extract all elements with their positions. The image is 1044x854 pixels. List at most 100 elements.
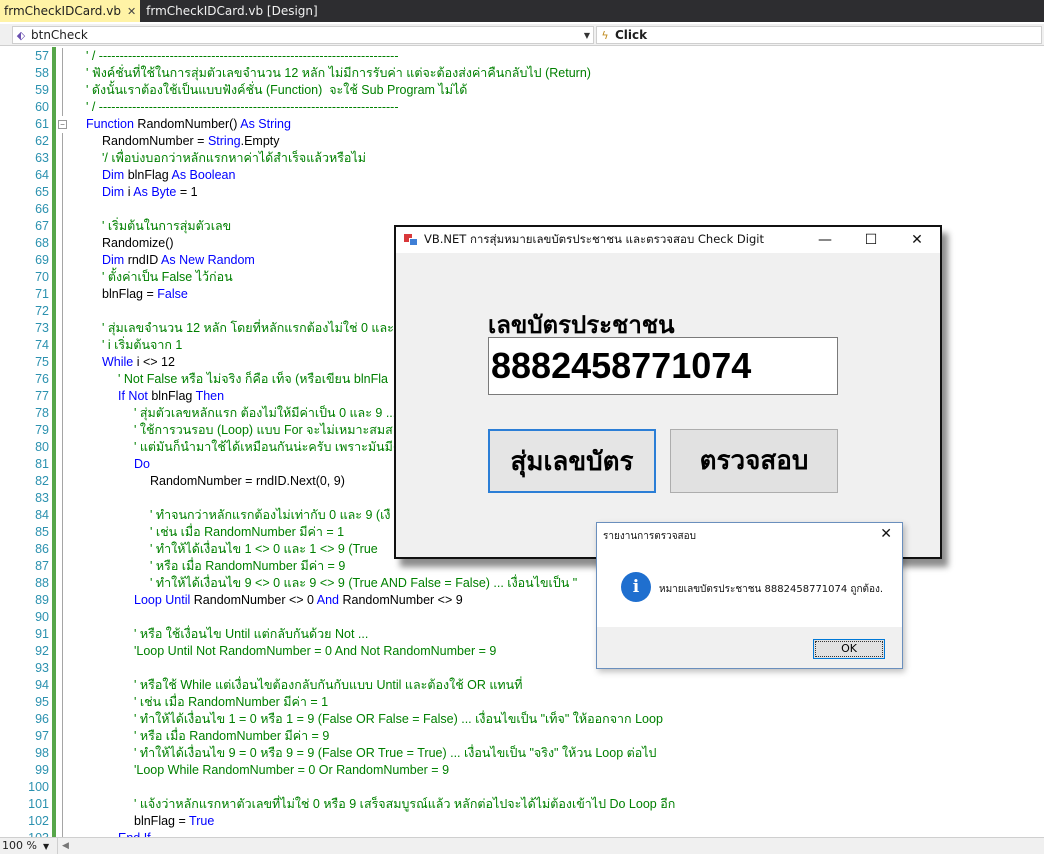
code-line[interactable]: 103 End If — [0, 830, 1044, 837]
outline-guide — [57, 99, 68, 116]
comment-token: ' หรือ เมื่อ RandomNumber มีค่า = 9 — [150, 559, 346, 573]
outline-guide — [57, 796, 68, 813]
code-line[interactable]: 102 blnFlag = True — [0, 813, 1044, 830]
zoom-dropdown[interactable]: 100 % ▼ — [0, 838, 58, 854]
comment-token: ' ดังนั้นเราต้องใช้เป็นแบบฟังค์ชั่น (Fun… — [86, 83, 468, 97]
code-line[interactable]: 94 ' หรือใช้ While แต่เงื่อนไขต้องกลับกัน… — [0, 677, 1044, 694]
code-text: ' ตั้งค่าเป็น False ไว้ก่อน — [102, 269, 233, 286]
ok-button[interactable]: OK — [813, 639, 885, 659]
code-line[interactable]: 101 ' แจ้งว่าหลักแรกหาตัวเลขที่ไม่ใช่ 0 ห… — [0, 796, 1044, 813]
comment-token: ' แต่มันก็นำมาใช้ได้เหมือนกันน่ะครับ เพร… — [134, 440, 402, 454]
outline-guide — [57, 677, 68, 694]
code-text: ' ทำให้ได้เงื่อนไข 1 <> 0 และ 1 <> 9 (Tr… — [150, 541, 378, 558]
code-text: ' หรือ เมื่อ RandomNumber มีค่า = 9 — [134, 728, 329, 745]
chevron-down-icon[interactable]: ▼ — [581, 31, 593, 40]
tab-design[interactable]: frmCheckIDCard.vb [Design] — [140, 0, 322, 22]
comment-token: ' หรือ เมื่อ RandomNumber มีค่า = 9 — [134, 729, 330, 743]
code-line[interactable]: 99 'Loop While RandomNumber = 0 Or Random… — [0, 762, 1044, 779]
document-tab-strip: frmCheckIDCard.vb ✕ frmCheckIDCard.vb [D… — [0, 0, 1044, 22]
code-token: = 1 — [176, 185, 198, 199]
line-number: 63 — [35, 151, 49, 165]
event-dropdown[interactable]: ϟ Click — [596, 26, 1042, 44]
code-text: ' หรือใช้ While แต่เงื่อนไขต้องกลับกันกั… — [134, 677, 522, 694]
code-line[interactable]: 58 ' ฟังค์ชั่นที่ใช้ในการสุ่มตัวเลขจำนวน … — [0, 65, 1044, 82]
line-number: 62 — [35, 134, 49, 148]
code-line[interactable]: 97 ' หรือ เมื่อ RandomNumber มีค่า = 9 — [0, 728, 1044, 745]
code-line[interactable]: 66 — [0, 201, 1044, 218]
code-token: RandomNumber() — [133, 117, 241, 131]
close-button[interactable]: ✕ — [894, 227, 940, 253]
keyword-token: As Boolean — [171, 168, 236, 182]
code-token: i — [124, 185, 134, 199]
outline-guide — [57, 252, 68, 269]
code-text: Loop Until RandomNumber <> 0 And RandomN… — [134, 592, 463, 609]
code-line[interactable]: 96 ' ทำให้ได้เงื่อนไข 1 = 0 หรือ 1 = 9 (F… — [0, 711, 1044, 728]
outline-guide — [57, 303, 68, 320]
keyword-token: Dim — [102, 185, 125, 199]
code-line[interactable]: 95 ' เช่น เมื่อ RandomNumber มีค่า = 1 — [0, 694, 1044, 711]
code-line[interactable]: 59 ' ดังนั้นเราต้องใช้เป็นแบบฟังค์ชั่น (F… — [0, 82, 1044, 99]
code-line[interactable]: 60 ' / ----------------------------------… — [0, 99, 1044, 116]
comment-token: ' / ------------------------------------… — [86, 49, 399, 63]
line-number: 61 — [35, 117, 49, 131]
code-text: ' Not False หรือ ไม่จริง ก็คือ เท็จ (หรื… — [118, 371, 388, 388]
comment-token: ' สุ่มตัวเลขหลักแรก ต้องไม่ให้มีค่าเป็น … — [134, 406, 397, 420]
code-line[interactable]: 98 ' ทำให้ได้เงื่อนไข 9 = 0 หรือ 9 = 9 (F… — [0, 745, 1044, 762]
check-id-button[interactable]: ตรวจสอบ — [670, 429, 838, 493]
comment-token: ' หรือ ใช้เงื่อนไข Until แต่กลับกันด้วย … — [134, 627, 369, 641]
code-line[interactable]: 63 '/ เพื่อบ่งบอกว่าหลักแรกหาค่าได้สำเร็จ… — [0, 150, 1044, 167]
keyword-token: As New Random — [161, 253, 255, 267]
code-text: 'Loop Until Not RandomNumber = 0 And Not… — [134, 643, 496, 660]
scroll-left-icon[interactable]: ◀ — [62, 841, 69, 851]
line-number: 70 — [35, 270, 49, 284]
line-number: 83 — [35, 491, 49, 505]
keyword-token: Function — [86, 117, 134, 131]
collapse-icon[interactable]: − — [57, 116, 68, 133]
code-text: Dim rndID As New Random — [102, 252, 255, 269]
code-text: If Not blnFlag Then — [118, 388, 224, 405]
outline-guide — [57, 762, 68, 779]
code-text: End If — [118, 830, 151, 837]
object-dropdown[interactable]: ⬖ btnCheck ▼ — [12, 26, 594, 44]
code-token: blnFlag — [147, 389, 196, 403]
tab-design-label: frmCheckIDCard.vb [Design] — [146, 4, 318, 18]
tab-close-icon[interactable]: ✕ — [127, 5, 136, 18]
minimize-button[interactable]: — — [802, 227, 848, 253]
message-box-title: รายงานการตรวจสอบ — [603, 531, 697, 542]
message-box-text: หมายเลขบัตรประชาชน 8882458771074 ถูกต้อง… — [659, 584, 884, 595]
random-id-button[interactable]: สุ่มเลขบัตร — [488, 429, 656, 493]
code-line[interactable]: 100 — [0, 779, 1044, 796]
code-line[interactable]: 65 Dim i As Byte = 1 — [0, 184, 1044, 201]
code-text: Dim i As Byte = 1 — [102, 184, 198, 201]
line-number: 71 — [35, 287, 49, 301]
comment-token: ' ฟังค์ชั่นที่ใช้ในการสุ่มตัวเลขจำนวน 12… — [86, 66, 591, 80]
outline-guide — [57, 660, 68, 677]
keyword-token: Loop Until — [134, 593, 191, 607]
form-title-bar[interactable]: VB.NET การสุ่มหมายเลขบัตรประชาชน และตรวจ… — [396, 227, 940, 253]
editor-status-bar: 100 % ▼ ◀ — [0, 837, 1044, 854]
comment-token: 'Loop While RandomNumber = 0 Or RandomNu… — [134, 763, 450, 777]
code-line[interactable]: 64 Dim blnFlag As Boolean — [0, 167, 1044, 184]
maximize-button[interactable]: ☐ — [848, 227, 894, 253]
info-icon: i — [621, 572, 651, 602]
outline-guide — [57, 456, 68, 473]
outline-guide — [57, 150, 68, 167]
tab-code[interactable]: frmCheckIDCard.vb ✕ — [0, 0, 141, 22]
code-text: ' สุ่มเลขจำนวน 12 หลัก โดยที่หลักแรกต้อง… — [102, 320, 394, 337]
code-navigation-bar: ⬖ btnCheck ▼ ϟ Click — [0, 24, 1044, 46]
outline-guide — [57, 524, 68, 541]
code-line[interactable]: 61− Function RandomNumber() As String — [0, 116, 1044, 133]
code-line[interactable]: 62 RandomNumber = String.Empty — [0, 133, 1044, 150]
line-number: 101 — [28, 797, 49, 811]
line-number: 94 — [35, 678, 49, 692]
lightning-icon: ϟ — [601, 28, 609, 42]
keyword-token: True — [189, 814, 215, 828]
code-line[interactable]: 57 ' / ----------------------------------… — [0, 48, 1044, 65]
message-box-close-icon[interactable]: ✕ — [880, 526, 892, 542]
code-text: blnFlag = True — [134, 813, 214, 830]
outline-guide — [57, 711, 68, 728]
outline-guide — [57, 830, 68, 837]
id-card-input[interactable]: 8882458771074 — [488, 337, 838, 395]
line-number: 57 — [35, 49, 49, 63]
code-text: ' แต่มันก็นำมาใช้ได้เหมือนกันน่ะครับ เพร… — [134, 439, 401, 456]
